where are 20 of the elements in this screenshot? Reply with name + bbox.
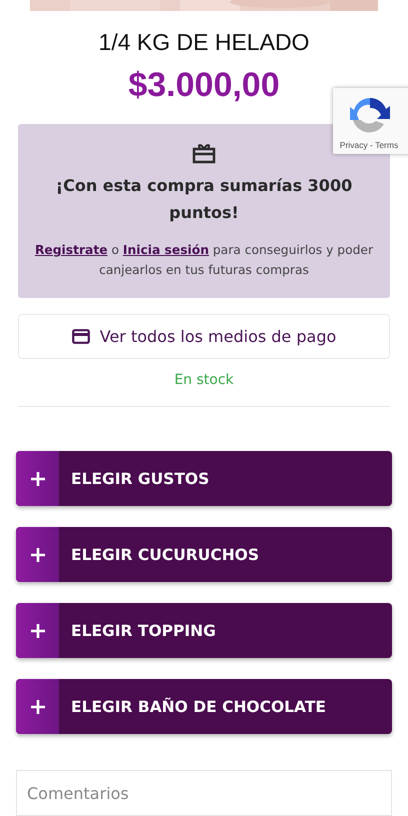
plus-icon (30, 470, 46, 486)
option-accordion[interactable]: ELEGIR BAÑO DE CHOCOLATE (16, 679, 392, 734)
comments-field[interactable]: Comentarios (16, 770, 392, 816)
plus-icon (30, 546, 46, 562)
privacy-terms-links[interactable]: Privacy - Terms (340, 140, 398, 150)
points-heading: ¡Con esta compra sumarías 3000 puntos! (54, 175, 354, 224)
stock-status: En stock (173, 372, 235, 388)
option-accordion[interactable]: ELEGIR GUSTOS (16, 451, 392, 506)
login-link[interactable]: Inicia sesión (122, 243, 209, 257)
plus-icon (30, 698, 46, 714)
points-text: Registrate o Inicia sesión para conseguirlos y poder canjearlos en tus futuras compras (34, 242, 374, 279)
register-link[interactable]: Registrate (34, 243, 108, 257)
product-title: 1/4 KG DE HELADO (98, 29, 310, 56)
option-accordion[interactable]: ELEGIR CUCURUCHOS (16, 527, 392, 582)
option-accordion[interactable]: ELEGIR TOPPING (16, 603, 392, 658)
plus-icon (30, 622, 46, 638)
product-price: $3.000,00 (127, 66, 281, 105)
payment-methods-button[interactable]: Ver todos los medios de pago (18, 314, 390, 359)
gift-icon (192, 142, 216, 164)
credit-card-icon (72, 329, 90, 344)
